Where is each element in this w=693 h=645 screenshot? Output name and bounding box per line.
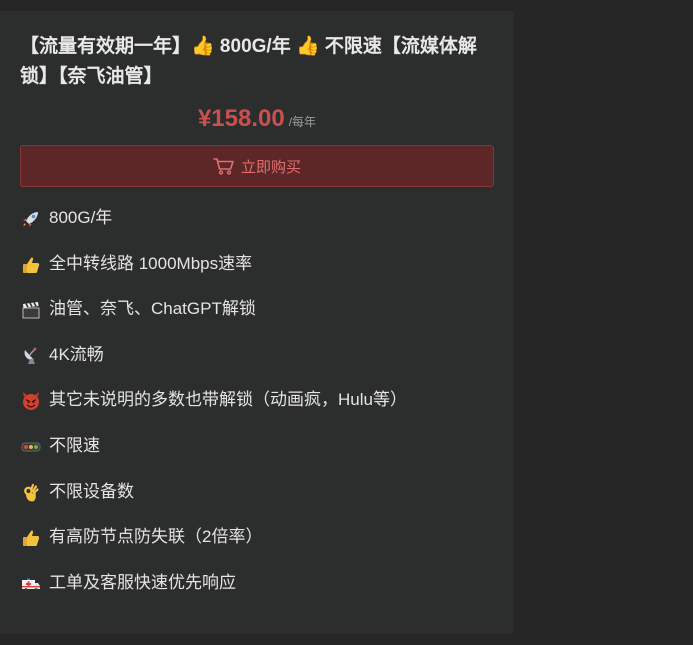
feature-item: 油管、奈飞、ChatGPT解锁 — [21, 293, 407, 339]
feature-item: 全中转线路 1000Mbps速率 — [21, 248, 407, 294]
feature-list: 800G/年 全中转线路 1000Mbps速率 油管、奈飞、ChatGPT解锁 — [21, 202, 407, 612]
rocket-icon — [21, 202, 43, 234]
price: ¥158.00 — [197, 105, 285, 132]
feature-text: 不限设备数 — [49, 481, 134, 501]
feature-text: 油管、奈飞、ChatGPT解锁 — [49, 299, 256, 319]
feature-item: 工单及客服快速优先响应 — [21, 567, 407, 613]
feature-item: 800G/年 — [21, 202, 407, 248]
feature-item: 其它未说明的多数也带解锁（动画疯，Hulu等） — [21, 384, 407, 430]
feature-text: 800G/年 — [49, 208, 113, 227]
feature-text: 其它未说明的多数也带解锁（动画疯，Hulu等） — [49, 390, 407, 410]
clapper-board-icon — [21, 293, 43, 325]
ambulance-icon — [21, 567, 43, 599]
feature-text: 有高防节点防失联（2倍率） — [49, 527, 263, 547]
feature-item: 4K流畅 — [21, 339, 407, 385]
thumbs-up-icon — [21, 521, 43, 553]
thumbs-up-icon — [21, 248, 43, 280]
feature-item: 有高防节点防失联（2倍率） — [21, 521, 407, 567]
traffic-light-icon — [21, 430, 43, 462]
price-row: ¥158.00/每年 — [0, 105, 514, 133]
feature-text: 全中转线路 1000Mbps速率 — [49, 253, 253, 273]
ok-hand-icon — [21, 476, 43, 508]
buy-now-button[interactable]: 立即购买 — [20, 145, 494, 187]
shopping-cart-icon — [213, 158, 234, 175]
product-card: 【流量有效期一年】👍 800G/年 👍 不限速【流媒体解锁】【奈飞油管】 ¥15… — [0, 11, 514, 634]
buy-now-label: 立即购买 — [240, 158, 301, 176]
billing-period: /每年 — [288, 115, 317, 129]
devil-face-icon — [21, 384, 43, 416]
feature-text: 工单及客服快速优先响应 — [49, 572, 236, 592]
product-title: 【流量有效期一年】👍 800G/年 👍 不限速【流媒体解锁】【奈飞油管】 — [20, 36, 477, 87]
feature-item: 不限设备数 — [21, 476, 407, 522]
satellite-dish-icon — [21, 339, 43, 371]
feature-text: 不限速 — [49, 435, 100, 455]
feature-text: 4K流畅 — [49, 344, 104, 364]
feature-item: 不限速 — [21, 430, 407, 476]
